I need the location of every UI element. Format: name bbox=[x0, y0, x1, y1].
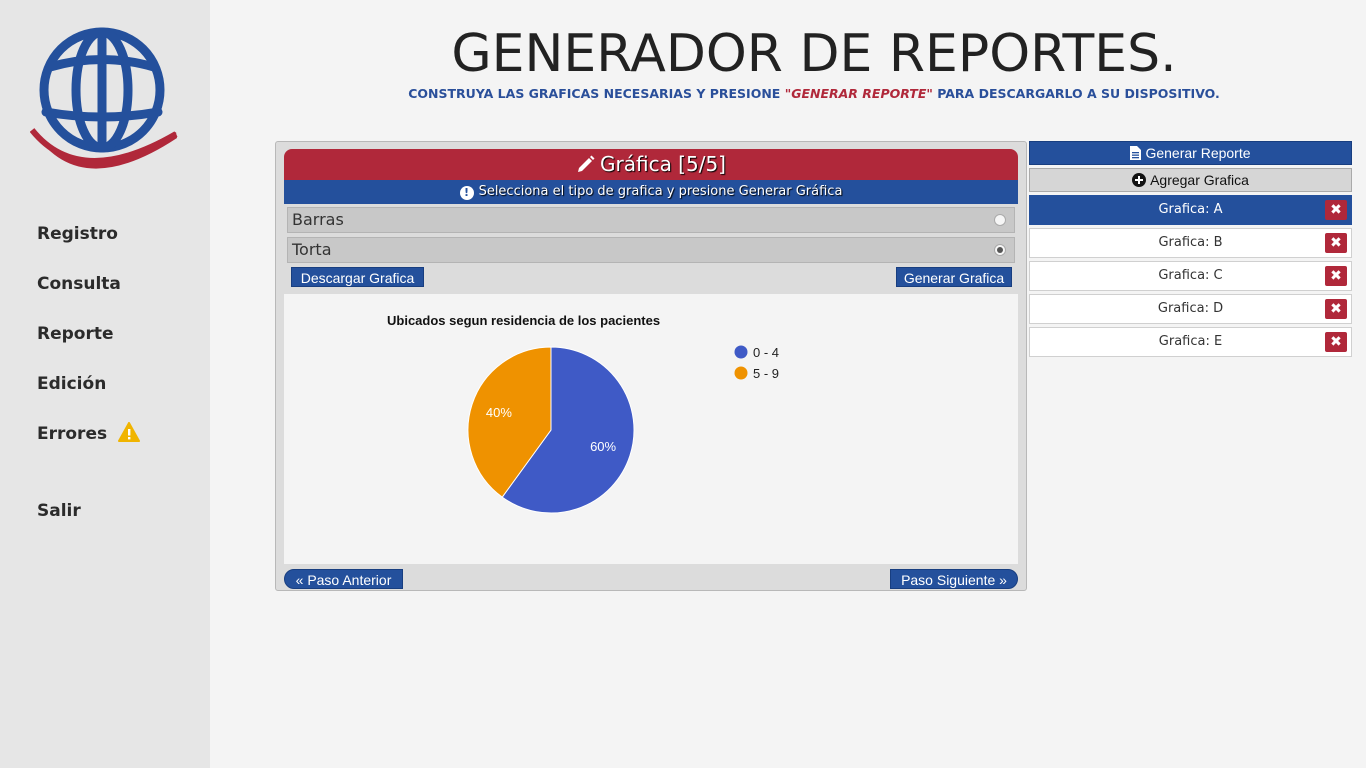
grafica-label: Grafica: B bbox=[1158, 235, 1223, 250]
radio-barras[interactable] bbox=[994, 214, 1006, 226]
delete-grafica-b-button[interactable]: ✖ bbox=[1325, 233, 1347, 253]
generate-report-button[interactable]: Generar Reporte bbox=[1029, 141, 1352, 165]
grafica-label: Grafica: A bbox=[1158, 202, 1223, 217]
sidebar-item-reporte[interactable]: Reporte bbox=[37, 324, 114, 344]
sidebar-item-label: Salir bbox=[37, 501, 81, 521]
delete-grafica-a-button[interactable]: ✖ bbox=[1325, 200, 1347, 220]
globe-logo-icon bbox=[30, 27, 178, 169]
page-title: GENERADOR DE REPORTES. bbox=[451, 24, 1177, 84]
times-icon: ✖ bbox=[1330, 235, 1342, 251]
sidebar-item-salir[interactable]: Salir bbox=[37, 501, 81, 521]
sidebar-item-label: Registro bbox=[37, 224, 118, 244]
delete-grafica-d-button[interactable]: ✖ bbox=[1325, 299, 1347, 319]
prev-step-label: Paso Anterior bbox=[307, 572, 392, 588]
panel-title: Gráfica [5/5] bbox=[600, 152, 726, 176]
pencil-icon bbox=[578, 155, 595, 172]
legend-swatch-1 bbox=[734, 366, 748, 380]
panel-info: ! Selecciona el tipo de grafica y presion… bbox=[284, 180, 1018, 204]
grafica-label: Grafica: C bbox=[1158, 268, 1223, 283]
plus-circle-icon bbox=[1132, 173, 1147, 187]
sidebar-item-edicion[interactable]: Edición bbox=[37, 374, 106, 394]
warning-icon bbox=[118, 422, 140, 442]
page-subtitle: CONSTRUYA LAS GRAFICAS NECESARIAS Y PRES… bbox=[264, 86, 1364, 101]
grafica-item-e[interactable]: Grafica: E ✖ bbox=[1029, 327, 1352, 357]
sidebar-item-consulta[interactable]: Consulta bbox=[37, 274, 121, 294]
double-chevron-left-icon: « bbox=[295, 572, 304, 588]
times-icon: ✖ bbox=[1330, 268, 1342, 284]
sidebar-item-label: Errores bbox=[37, 424, 108, 444]
sidebar: Registro Consulta Reporte Edición Errore… bbox=[0, 0, 210, 768]
add-chart-button[interactable]: Agregar Grafica bbox=[1029, 168, 1352, 192]
legend-label-1: 5 - 9 bbox=[753, 366, 779, 381]
times-icon: ✖ bbox=[1330, 202, 1342, 218]
option-barras[interactable]: Barras bbox=[287, 207, 1015, 233]
exclamation-icon: ! bbox=[459, 186, 474, 200]
times-icon: ✖ bbox=[1330, 334, 1342, 350]
pie-slice-label-0: 60% bbox=[590, 439, 616, 454]
subtitle-emphasis: "GENERAR REPORTE" bbox=[784, 86, 933, 101]
grafica-item-d[interactable]: Grafica: D ✖ bbox=[1029, 294, 1352, 324]
sidebar-item-registro[interactable]: Registro bbox=[37, 224, 118, 244]
radio-torta[interactable] bbox=[994, 244, 1006, 256]
sidebar-item-label: Edición bbox=[37, 374, 107, 394]
double-chevron-right-icon: » bbox=[999, 572, 1007, 588]
subtitle-text: CONSTRUYA LAS GRAFICAS NECESARIAS Y PRES… bbox=[408, 86, 785, 101]
delete-grafica-c-button[interactable]: ✖ bbox=[1325, 266, 1347, 286]
sidebar-item-label: Consulta bbox=[37, 274, 121, 294]
generate-report-label: Generar Reporte bbox=[1145, 145, 1251, 161]
delete-grafica-e-button[interactable]: ✖ bbox=[1325, 332, 1347, 352]
next-step-label: Paso Siguiente bbox=[901, 572, 996, 588]
grafica-item-a[interactable]: Grafica: A ✖ bbox=[1029, 195, 1352, 225]
generate-chart-button[interactable]: Generar Grafica bbox=[896, 267, 1012, 287]
chart-panel: Gráfica [5/5] ! Selecciona el tipo de gra… bbox=[275, 141, 1027, 591]
option-label: Barras bbox=[292, 210, 344, 229]
grafica-label: Grafica: D bbox=[1157, 301, 1224, 316]
subtitle-text-end: PARA DESCARGARLO A SU DISPOSITIVO. bbox=[932, 86, 1220, 101]
pie-chart: Ubicados segun residencia de los pacient… bbox=[387, 313, 779, 514]
next-step-button[interactable]: Paso Siguiente » bbox=[890, 569, 1018, 589]
sidebar-item-errores[interactable]: Errores bbox=[37, 422, 140, 444]
option-torta[interactable]: Torta bbox=[287, 237, 1015, 263]
chart-title: Ubicados segun residencia de los pacient… bbox=[387, 313, 660, 328]
file-icon bbox=[1130, 146, 1142, 160]
panel-header: Gráfica [5/5] bbox=[284, 149, 1018, 180]
option-label: Torta bbox=[292, 240, 332, 259]
chart-area: Ubicados segun residencia de los pacient… bbox=[284, 294, 1018, 564]
times-icon: ✖ bbox=[1330, 301, 1342, 317]
legend-label-0: 0 - 4 bbox=[753, 345, 779, 360]
grafica-item-b[interactable]: Grafica: B ✖ bbox=[1029, 228, 1352, 258]
panel-info-text: Selecciona el tipo de grafica y presione… bbox=[478, 184, 843, 199]
download-chart-button[interactable]: Descargar Grafica bbox=[291, 267, 424, 287]
add-chart-label: Agregar Grafica bbox=[1150, 172, 1249, 188]
grafica-label: Grafica: E bbox=[1158, 334, 1223, 349]
prev-step-button[interactable]: « Paso Anterior bbox=[284, 569, 403, 589]
grafica-item-c[interactable]: Grafica: C ✖ bbox=[1029, 261, 1352, 291]
legend-swatch-0 bbox=[734, 345, 748, 359]
pie-slice-label-1: 40% bbox=[486, 405, 512, 420]
sidebar-item-label: Reporte bbox=[37, 324, 114, 344]
